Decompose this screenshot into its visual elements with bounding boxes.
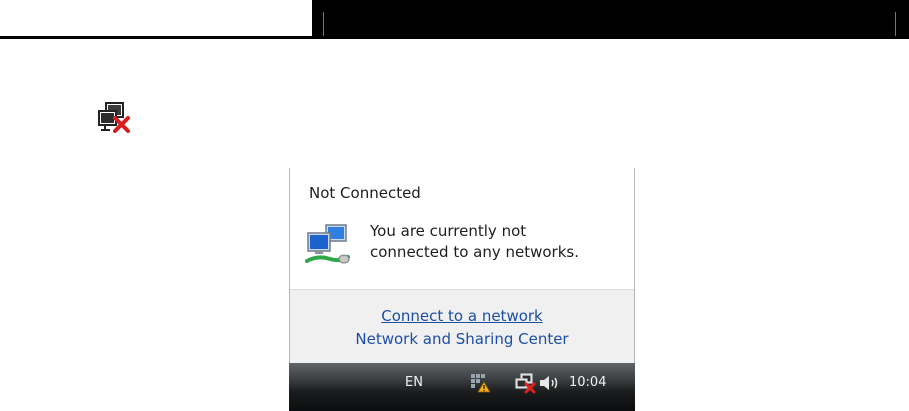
network-sharing-center-link[interactable]: Network and Sharing Center	[290, 330, 634, 348]
clock[interactable]: 10:04	[569, 375, 606, 390]
header-divider	[323, 12, 324, 36]
header-divider	[895, 12, 896, 36]
popup-footer: Connect to a network Network and Sharing…	[290, 289, 634, 364]
windows-update-icon[interactable]	[469, 372, 491, 394]
popup-message: You are currently not connected to any n…	[370, 221, 620, 263]
header-divider-line	[0, 36, 312, 39]
popup-message-line: You are currently not	[370, 222, 527, 240]
connect-to-network-link[interactable]: Connect to a network	[290, 307, 634, 325]
popup-title: Not Connected	[309, 184, 421, 202]
popup-message-line: connected to any networks.	[370, 243, 579, 261]
network-popup: Not Connected You are currently not conn…	[289, 168, 635, 364]
page: Not Connected You are currently not conn…	[0, 0, 909, 411]
network-disconnected-icon	[98, 102, 130, 133]
network-disconnected-icon[interactable]	[514, 372, 536, 394]
header-bar	[312, 0, 909, 39]
network-computers-icon	[305, 224, 350, 264]
taskbar: EN 10:04	[289, 363, 635, 411]
speaker-icon[interactable]	[537, 372, 561, 394]
language-indicator[interactable]: EN	[405, 375, 423, 390]
